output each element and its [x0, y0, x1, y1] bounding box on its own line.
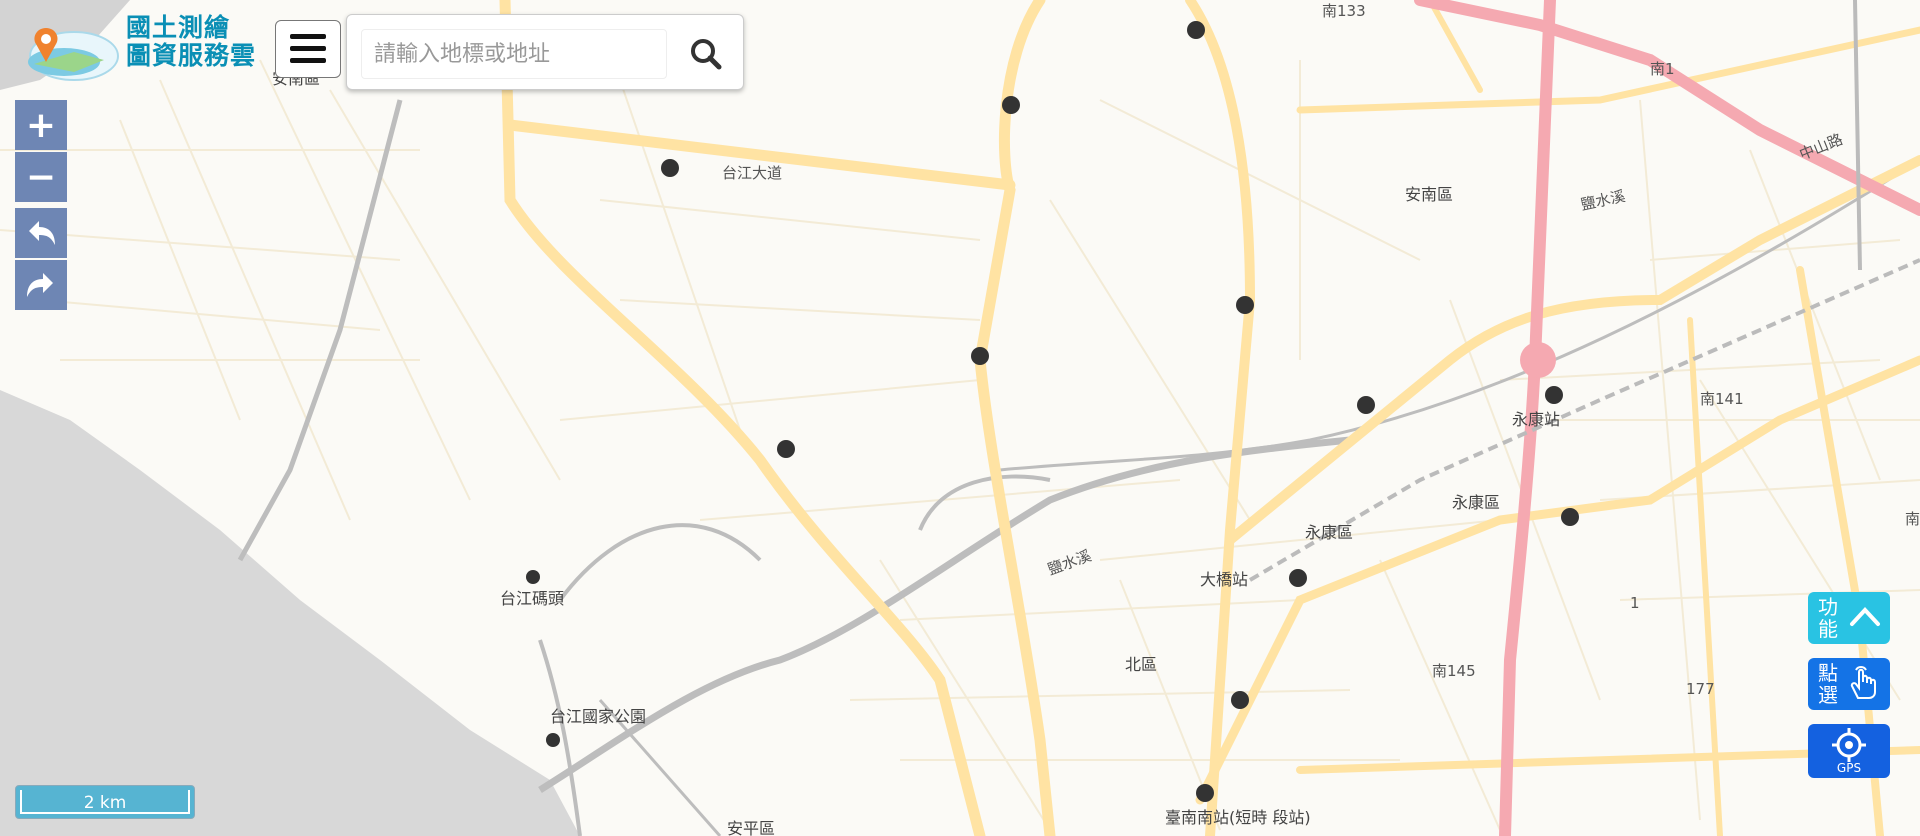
menu-button[interactable]	[275, 20, 341, 78]
hand-pointer-icon	[1850, 666, 1876, 699]
gps-crosshair-icon	[1832, 728, 1866, 762]
map-label: 安平區	[727, 819, 775, 836]
zoom-out-button[interactable]: −	[15, 152, 67, 202]
station-marker-icon	[661, 159, 679, 177]
zoom-in-button[interactable]: +	[15, 100, 67, 150]
redo-button[interactable]	[15, 260, 67, 310]
cloud-logo-icon	[28, 28, 119, 81]
station-marker-icon	[1357, 396, 1375, 414]
station-marker-icon	[1545, 386, 1563, 404]
app-logo[interactable]: 國土測繪 圖資服務雲	[14, 14, 274, 84]
map-label: 台江大道	[722, 164, 782, 182]
map-label: 北區	[1125, 655, 1157, 674]
function-label: 功能	[1818, 595, 1838, 641]
hamburger-menu-icon	[290, 46, 326, 51]
station-marker-icon	[1561, 508, 1579, 526]
station-marker-icon	[1236, 296, 1254, 314]
map-label: 大橋站	[1200, 570, 1248, 589]
station-marker-icon	[1196, 784, 1214, 802]
map-label: 永康區	[1452, 493, 1500, 512]
map-label: 南145	[1432, 662, 1476, 680]
search-icon	[691, 39, 722, 70]
redo-arrow-icon	[27, 273, 53, 297]
map-canvas[interactable]: 安南區 台江大道 安南區 鹽水溪 中山路 南133 南141 永康站 永康區 永…	[0, 0, 1920, 836]
hamburger-menu-icon	[290, 34, 326, 39]
function-button[interactable]: 功能	[1808, 592, 1890, 644]
map-label: 南133	[1322, 2, 1366, 20]
select-label: 點選	[1818, 661, 1838, 707]
map-label: 永康區	[1305, 523, 1353, 542]
map-label: 177	[1686, 680, 1715, 698]
station-marker-icon	[526, 570, 540, 584]
station-marker-icon	[971, 347, 989, 365]
map-label: 永康站	[1512, 410, 1560, 429]
map-label: 南141	[1700, 390, 1744, 408]
map-label: 南1	[1650, 60, 1675, 78]
gps-label: GPS	[1836, 761, 1862, 775]
station-marker-icon	[546, 733, 560, 747]
search-input[interactable]	[361, 29, 667, 79]
undo-arrow-icon	[29, 221, 55, 245]
hamburger-menu-icon	[290, 58, 326, 63]
map-label: 安南區	[1405, 185, 1453, 204]
gps-button[interactable]: GPS	[1808, 724, 1890, 778]
scale-label: 2 km	[20, 790, 190, 814]
logo-line-1: 國土測繪	[126, 13, 231, 42]
station-marker-icon	[1002, 96, 1020, 114]
map-label: 1	[1630, 594, 1640, 612]
chevron-up-icon	[1850, 607, 1880, 626]
station-marker-icon	[1289, 569, 1307, 587]
station-marker-icon	[777, 440, 795, 458]
map-label: 臺南南站(短時 段站)	[1165, 808, 1311, 827]
logo-line-2: 圖資服務雲	[126, 41, 257, 70]
scale-bar: 2 km	[15, 785, 195, 819]
map-label: 台江國家公園	[550, 707, 646, 726]
map-label: 台江碼頭	[500, 589, 564, 608]
search-button[interactable]	[679, 29, 733, 79]
select-button[interactable]: 點選	[1808, 658, 1890, 710]
map-label: 南	[1905, 510, 1920, 528]
station-marker-icon	[1231, 691, 1249, 709]
station-marker-icon	[1187, 21, 1205, 39]
undo-button[interactable]	[15, 208, 67, 258]
search-box	[346, 14, 744, 90]
